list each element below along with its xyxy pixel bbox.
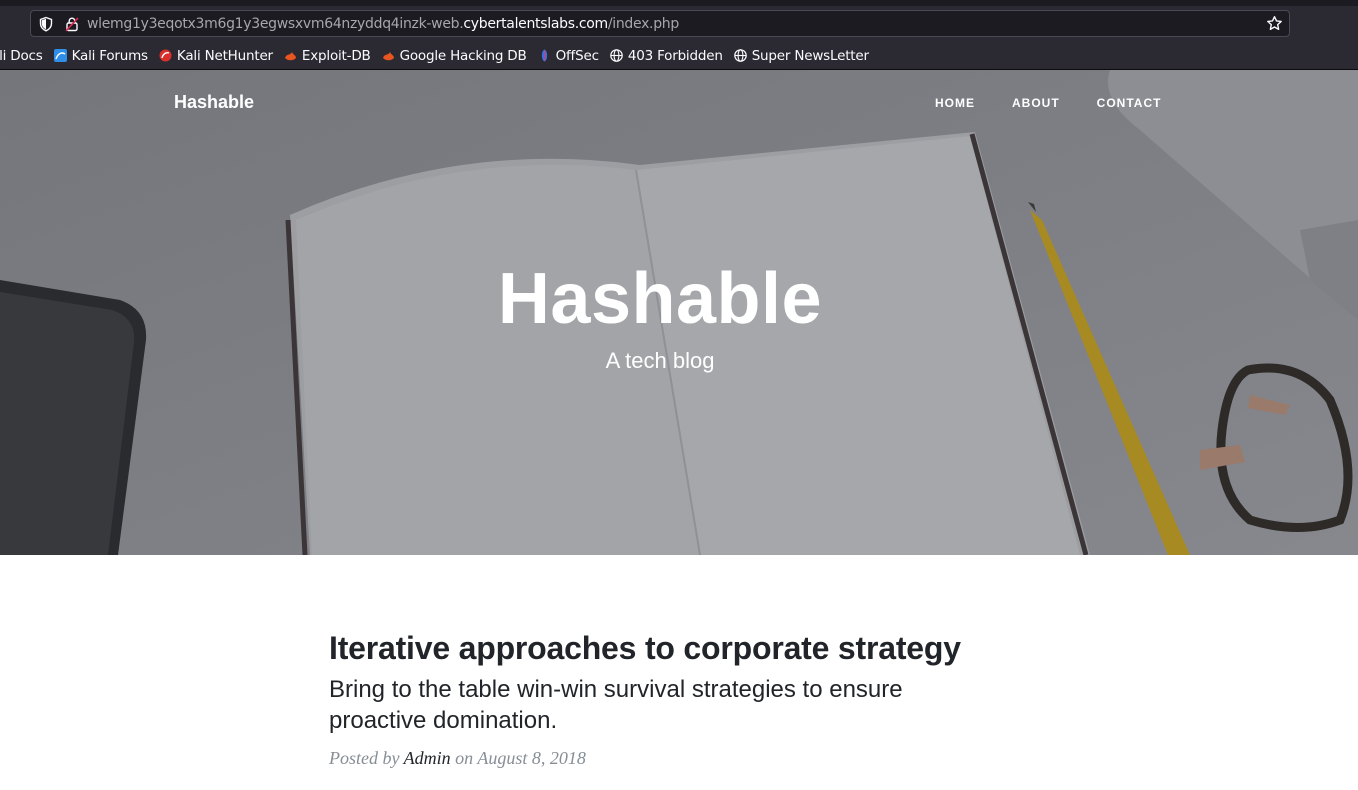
kali-nethunter-icon: [159, 49, 172, 62]
url-prefix: wlemg1y3eqotx3m6g1y3egwsxvm64nzyddq4inzk…: [87, 16, 464, 32]
bookmark-label: Google Hacking DB: [399, 47, 527, 64]
nav-about-link[interactable]: ABOUT: [1012, 96, 1060, 110]
nav-home-link[interactable]: HOME: [935, 96, 975, 110]
post-author-link[interactable]: Admin: [404, 748, 451, 768]
post-title[interactable]: Iterative approaches to corporate strate…: [329, 630, 1029, 667]
globe-icon: [733, 49, 747, 62]
post-preview[interactable]: Iterative approaches to corporate strate…: [329, 630, 1029, 787]
post-subtitle[interactable]: Bring to the table win-win survival stra…: [329, 674, 969, 736]
site-heading: Hashable: [497, 259, 823, 339]
insecure-lock-icon[interactable]: [64, 16, 80, 32]
site-subheading: A tech blog: [605, 348, 715, 373]
bookmark-label: Kali Forums: [71, 47, 149, 64]
post-meta-prefix: Posted by: [329, 748, 400, 768]
navbar-brand[interactable]: Hashable: [174, 92, 254, 113]
post-meta: Posted by Admin on August 8, 2018: [329, 748, 1029, 769]
tracking-protection-shield-icon[interactable]: [38, 16, 54, 32]
url-text[interactable]: wlemg1y3eqotx3m6g1y3egwsxvm64nzyddq4inzk…: [87, 16, 679, 32]
bookmark-google-hacking-db[interactable]: Google Hacking DB: [382, 48, 527, 64]
offsec-icon: [541, 49, 547, 62]
hero-header: Hashable HOME ABOUT CONTACT Hashable A t…: [0, 70, 1358, 555]
bookmark-label: 403 Forbidden: [627, 47, 723, 64]
url-host: cybertalentslabs.com: [463, 16, 608, 32]
main-nav: HOME ABOUT CONTACT: [935, 96, 1198, 110]
ghdb-icon: [382, 52, 394, 61]
bookmarks-toolbar: ali Docs Kali Forums Kali NetHunter Expl…: [0, 42, 1358, 70]
bookmark-label: Super NewsLetter: [751, 47, 869, 64]
nav-contact-link[interactable]: CONTACT: [1097, 96, 1162, 110]
bookmark-403-forbidden[interactable]: 403 Forbidden: [610, 48, 723, 64]
bookmark-kali-docs[interactable]: ali Docs: [0, 48, 43, 64]
bookmark-exploit-db[interactable]: Exploit-DB: [284, 48, 371, 64]
bookmark-kali-nethunter[interactable]: Kali NetHunter: [159, 48, 273, 64]
address-bar[interactable]: wlemg1y3eqotx3m6g1y3egwsxvm64nzyddq4inzk…: [30, 10, 1290, 37]
bookmark-label: Kali NetHunter: [176, 47, 273, 64]
bookmark-label: ali Docs: [0, 47, 43, 64]
bookmark-star-icon[interactable]: [1266, 15, 1283, 32]
bookmark-label: OffSec: [555, 47, 599, 64]
kali-forums-icon: [53, 49, 67, 62]
globe-icon: [610, 49, 623, 62]
navigation-toolbar: wlemg1y3eqotx3m6g1y3egwsxvm64nzyddq4inzk…: [0, 6, 1358, 42]
url-path: /index.php: [607, 16, 679, 32]
post-date: on August 8, 2018: [455, 748, 586, 768]
exploit-db-icon: [284, 52, 296, 61]
bookmark-offsec[interactable]: OffSec: [538, 48, 599, 64]
bookmark-kali-forums[interactable]: Kali Forums: [53, 47, 149, 64]
bookmark-super-newsletter[interactable]: Super NewsLetter: [733, 47, 869, 64]
bookmark-label: Exploit-DB: [301, 47, 371, 64]
